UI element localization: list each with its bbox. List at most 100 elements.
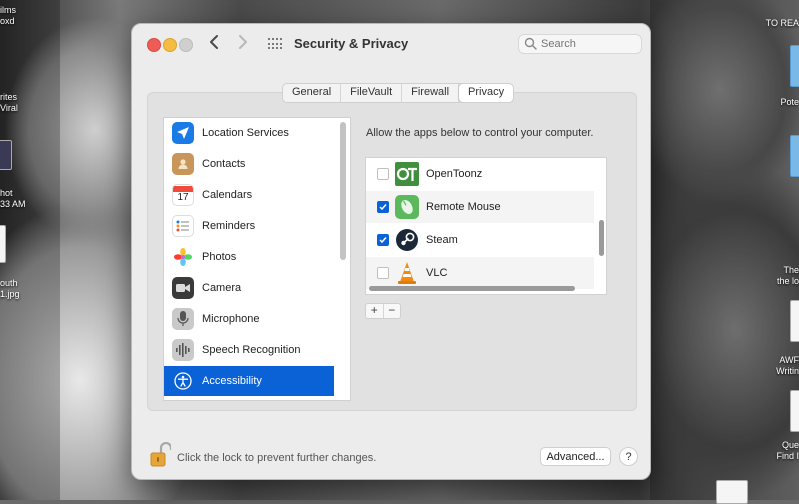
unlocked-padlock-icon	[150, 441, 173, 467]
sidebar-item-calendars[interactable]: 17 Calendars	[164, 180, 334, 210]
sidebar-item-label: Calendars	[202, 189, 253, 201]
show-all-grid-icon[interactable]	[268, 38, 282, 50]
microphone-icon	[172, 308, 194, 330]
sidebar-item-accessibility[interactable]: Accessibility	[164, 366, 334, 396]
desktop-file-label[interactable]: oxd	[0, 16, 15, 26]
sidebar-item-reminders[interactable]: Reminders	[164, 211, 334, 241]
desktop-file-label[interactable]: TO REA	[766, 18, 799, 28]
window-title: Security & Privacy	[294, 36, 409, 51]
checkmark-icon	[379, 237, 387, 244]
app-name: Steam	[426, 234, 458, 246]
checkmark-icon	[379, 204, 387, 211]
minimize-button[interactable]	[163, 38, 177, 52]
desktop-file-icon[interactable]	[0, 225, 6, 263]
waveform-icon	[172, 339, 194, 361]
add-app-button[interactable]: +	[366, 304, 384, 318]
desktop-file-label[interactable]: the lo	[777, 276, 799, 286]
desktop-file-label[interactable]: The	[783, 265, 799, 275]
app-checkbox[interactable]	[377, 234, 389, 246]
desktop-file-label[interactable]: AWF	[779, 355, 799, 365]
tab-firewall[interactable]: Firewall	[402, 84, 460, 102]
app-list-vertical-scrollbar[interactable]	[599, 220, 604, 256]
forward-button[interactable]	[238, 34, 248, 55]
app-checkbox[interactable]	[377, 201, 389, 213]
app-name: Remote Mouse	[426, 201, 501, 213]
sidebar-item-label: Accessibility	[202, 375, 262, 387]
sidebar-item-location-services[interactable]: Location Services	[164, 118, 334, 148]
reminders-list-icon	[172, 215, 194, 237]
remove-app-button[interactable]: −	[384, 304, 401, 318]
app-name: VLC	[426, 267, 448, 279]
desktop-file-icon[interactable]	[790, 390, 799, 432]
tab-filevault[interactable]: FileVault	[341, 84, 403, 102]
app-checkbox[interactable]	[377, 168, 389, 180]
app-row-opentoonz[interactable]: OpenToonz	[366, 158, 594, 190]
lock-status-text: Click the lock to prevent further change…	[177, 452, 377, 464]
desktop-file-label[interactable]: Que	[782, 440, 799, 450]
opentoonz-icon	[395, 162, 419, 186]
app-list[interactable]: OpenToonz Remote Mouse Steam VLC	[365, 157, 607, 295]
desktop-file-label[interactable]: Viral	[0, 103, 18, 113]
app-checkbox[interactable]	[377, 267, 389, 279]
sidebar-item-label: Speech Recognition	[202, 344, 301, 356]
location-arrow-icon	[172, 122, 194, 144]
sidebar-scrollbar[interactable]	[340, 122, 346, 260]
sidebar-item-label: Contacts	[202, 158, 246, 170]
chevron-left-icon	[210, 35, 218, 49]
steam-icon	[395, 228, 419, 252]
desktop-file-icon[interactable]	[716, 480, 748, 504]
chevron-right-icon	[239, 35, 247, 49]
photos-flower-icon	[172, 246, 194, 268]
sidebar-item-label: Microphone	[202, 313, 260, 325]
desktop-file-icon[interactable]	[0, 140, 12, 170]
sidebar-item-label: Location Services	[202, 127, 289, 139]
zoom-button[interactable]	[179, 38, 193, 52]
calendar-icon: 17	[172, 184, 194, 206]
sidebar-item-camera[interactable]: Camera	[164, 273, 334, 303]
search-field[interactable]	[518, 34, 642, 54]
sidebar-item-label: Reminders	[202, 220, 256, 232]
tab-privacy[interactable]: Privacy	[459, 84, 514, 102]
camera-icon	[172, 277, 194, 299]
desktop-file-label[interactable]: Find I	[776, 451, 799, 461]
remote-mouse-icon	[395, 195, 419, 219]
app-list-horizontal-scrollbar[interactable]	[369, 286, 575, 291]
desktop-file-label[interactable]: Writin	[776, 366, 799, 376]
lock-button[interactable]	[149, 441, 173, 473]
vlc-cone-icon	[395, 261, 419, 285]
pane-description: Allow the apps below to control your com…	[366, 127, 594, 139]
desktop-file-icon[interactable]	[790, 300, 799, 342]
sidebar-item-label: Camera	[202, 282, 242, 294]
accessibility-person-icon	[172, 370, 194, 392]
app-row-steam[interactable]: Steam	[366, 224, 594, 256]
app-row-vlc[interactable]: VLC	[366, 257, 594, 289]
close-button[interactable]	[147, 38, 161, 52]
desktop-file-label[interactable]: 33 AM	[0, 199, 26, 209]
desktop-file-label[interactable]: Pote	[780, 97, 799, 107]
desktop-folder-icon[interactable]	[790, 45, 799, 87]
app-name: OpenToonz	[426, 168, 483, 180]
sidebar-item-contacts[interactable]: Contacts	[164, 149, 334, 179]
tab-general[interactable]: General	[283, 84, 342, 102]
app-row-remote-mouse[interactable]: Remote Mouse	[366, 191, 594, 223]
sidebar-item-speech-recognition[interactable]: Speech Recognition	[164, 335, 334, 365]
desktop-folder-icon[interactable]	[790, 135, 799, 177]
add-remove-control: + −	[365, 303, 401, 319]
sidebar-item-label: Photos	[202, 251, 237, 263]
desktop-file-label[interactable]: hot	[0, 188, 13, 198]
accessibility-pane: Allow the apps below to control your com…	[351, 117, 619, 407]
desktop-file-label[interactable]: 1.jpg	[0, 289, 20, 299]
desktop-file-label[interactable]: rites	[0, 92, 17, 102]
advanced-button[interactable]: Advanced...	[540, 447, 611, 466]
desktop-file-label[interactable]: outh	[0, 278, 18, 288]
window-titlebar: Security & Privacy	[132, 24, 650, 64]
privacy-category-list[interactable]: Location Services Contacts 17 Calendars	[163, 117, 351, 401]
help-button[interactable]: ?	[619, 447, 638, 466]
search-input[interactable]	[519, 35, 641, 53]
sidebar-item-photos[interactable]: Photos	[164, 242, 334, 272]
contacts-book-icon	[172, 153, 194, 175]
back-button[interactable]	[209, 34, 219, 55]
desktop-file-label[interactable]: ilms	[0, 5, 16, 15]
preference-tabs: General FileVault Firewall Privacy	[282, 83, 515, 103]
sidebar-item-microphone[interactable]: Microphone	[164, 304, 334, 334]
